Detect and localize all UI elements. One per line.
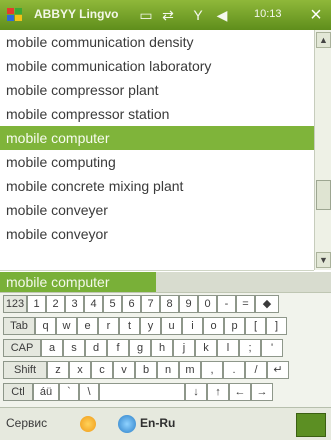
- key[interactable]: y: [140, 317, 161, 335]
- key[interactable]: `: [59, 383, 79, 401]
- key[interactable]: 7: [141, 295, 160, 313]
- key[interactable]: áü: [33, 383, 59, 401]
- scrollbar[interactable]: ▲ ▼: [314, 30, 331, 270]
- key[interactable]: x: [69, 361, 91, 379]
- search-input-text[interactable]: mobile computer: [0, 272, 156, 292]
- key[interactable]: a: [41, 339, 63, 357]
- list-item[interactable]: mobile compressor plant: [0, 78, 314, 102]
- key[interactable]: s: [63, 339, 85, 357]
- key[interactable]: /: [245, 361, 267, 379]
- key[interactable]: 1: [27, 295, 46, 313]
- key[interactable]: n: [157, 361, 179, 379]
- list-item[interactable]: mobile conveyor: [0, 222, 314, 246]
- windows-flag-icon[interactable]: [6, 6, 24, 24]
- key[interactable]: t: [119, 317, 140, 335]
- key[interactable]: [99, 383, 185, 401]
- search-input[interactable]: mobile computer: [0, 272, 331, 292]
- key[interactable]: u: [161, 317, 182, 335]
- key[interactable]: 4: [84, 295, 103, 313]
- list-item[interactable]: mobile communication laboratory: [0, 54, 314, 78]
- key[interactable]: h: [151, 339, 173, 357]
- key[interactable]: .: [223, 361, 245, 379]
- key[interactable]: 2: [46, 295, 65, 313]
- key[interactable]: ←: [229, 383, 251, 401]
- list-item[interactable]: mobile computing: [0, 150, 314, 174]
- key[interactable]: Ctl: [3, 383, 33, 401]
- list-item[interactable]: mobile computer: [0, 126, 314, 150]
- key[interactable]: ;: [239, 339, 261, 357]
- soft-keyboard: 123 1 2 3 4 5 6 7 8 9 0- = ◆ Tab q w e r t y u i o p[] CAP a s d f g h…: [0, 292, 331, 407]
- key[interactable]: ↵: [267, 361, 289, 379]
- key[interactable]: [: [245, 317, 266, 335]
- key[interactable]: k: [195, 339, 217, 357]
- key[interactable]: c: [91, 361, 113, 379]
- key[interactable]: ,: [201, 361, 223, 379]
- scroll-thumb[interactable]: [316, 180, 331, 210]
- key[interactable]: f: [107, 339, 129, 357]
- key[interactable]: \: [79, 383, 99, 401]
- key[interactable]: q: [35, 317, 56, 335]
- key[interactable]: 9: [179, 295, 198, 313]
- list-item[interactable]: mobile concrete mixing plant: [0, 174, 314, 198]
- key[interactable]: ◆: [255, 295, 279, 313]
- key[interactable]: 0: [198, 295, 217, 313]
- word-list: mobile communication density mobile commu…: [0, 30, 314, 271]
- keyboard-icon[interactable]: [296, 413, 326, 437]
- key[interactable]: r: [98, 317, 119, 335]
- key[interactable]: →: [251, 383, 273, 401]
- list-item[interactable]: mobile communication density: [0, 30, 314, 54]
- key[interactable]: p: [224, 317, 245, 335]
- list-item[interactable]: mobile compressor station: [0, 102, 314, 126]
- key[interactable]: 5: [103, 295, 122, 313]
- key[interactable]: -: [217, 295, 236, 313]
- key[interactable]: CAP: [3, 339, 41, 357]
- key[interactable]: m: [179, 361, 201, 379]
- key[interactable]: g: [129, 339, 151, 357]
- key[interactable]: i: [182, 317, 203, 335]
- key[interactable]: ]: [266, 317, 287, 335]
- key[interactable]: o: [203, 317, 224, 335]
- key[interactable]: 6: [122, 295, 141, 313]
- key[interactable]: v: [113, 361, 135, 379]
- bottom-bar: Сервис En-Ru: [0, 407, 331, 440]
- title-bar: ABBYY Lingvo ▭ ⇄ Y ◀ 10:13 ×: [0, 0, 331, 30]
- key[interactable]: Tab: [3, 317, 35, 335]
- volume-icon[interactable]: ◀: [214, 7, 230, 23]
- key[interactable]: Shift: [3, 361, 47, 379]
- service-menu[interactable]: Сервис: [6, 416, 47, 430]
- clock[interactable]: 10:13: [254, 8, 282, 20]
- key[interactable]: 3: [65, 295, 84, 313]
- key[interactable]: ': [261, 339, 283, 357]
- orange-icon[interactable]: [80, 416, 96, 432]
- key[interactable]: j: [173, 339, 195, 357]
- globe-icon[interactable]: [118, 415, 136, 433]
- key[interactable]: l: [217, 339, 239, 357]
- key[interactable]: 8: [160, 295, 179, 313]
- key[interactable]: z: [47, 361, 69, 379]
- key[interactable]: b: [135, 361, 157, 379]
- key[interactable]: e: [77, 317, 98, 335]
- app-title: ABBYY Lingvo: [34, 7, 119, 21]
- scroll-down-button[interactable]: ▼: [316, 252, 331, 268]
- window-icon: ▭: [139, 7, 153, 23]
- connectivity-icon[interactable]: ⇄: [160, 7, 176, 23]
- language-selector[interactable]: En-Ru: [140, 416, 175, 430]
- signal-icon[interactable]: Y: [190, 7, 206, 23]
- close-button[interactable]: ×: [306, 4, 326, 26]
- list-item[interactable]: mobile conveyer: [0, 198, 314, 222]
- key[interactable]: d: [85, 339, 107, 357]
- key[interactable]: 123: [3, 295, 27, 313]
- key[interactable]: w: [56, 317, 77, 335]
- key[interactable]: =: [236, 295, 255, 313]
- scroll-up-button[interactable]: ▲: [316, 32, 331, 48]
- key[interactable]: ↓: [185, 383, 207, 401]
- key[interactable]: ↑: [207, 383, 229, 401]
